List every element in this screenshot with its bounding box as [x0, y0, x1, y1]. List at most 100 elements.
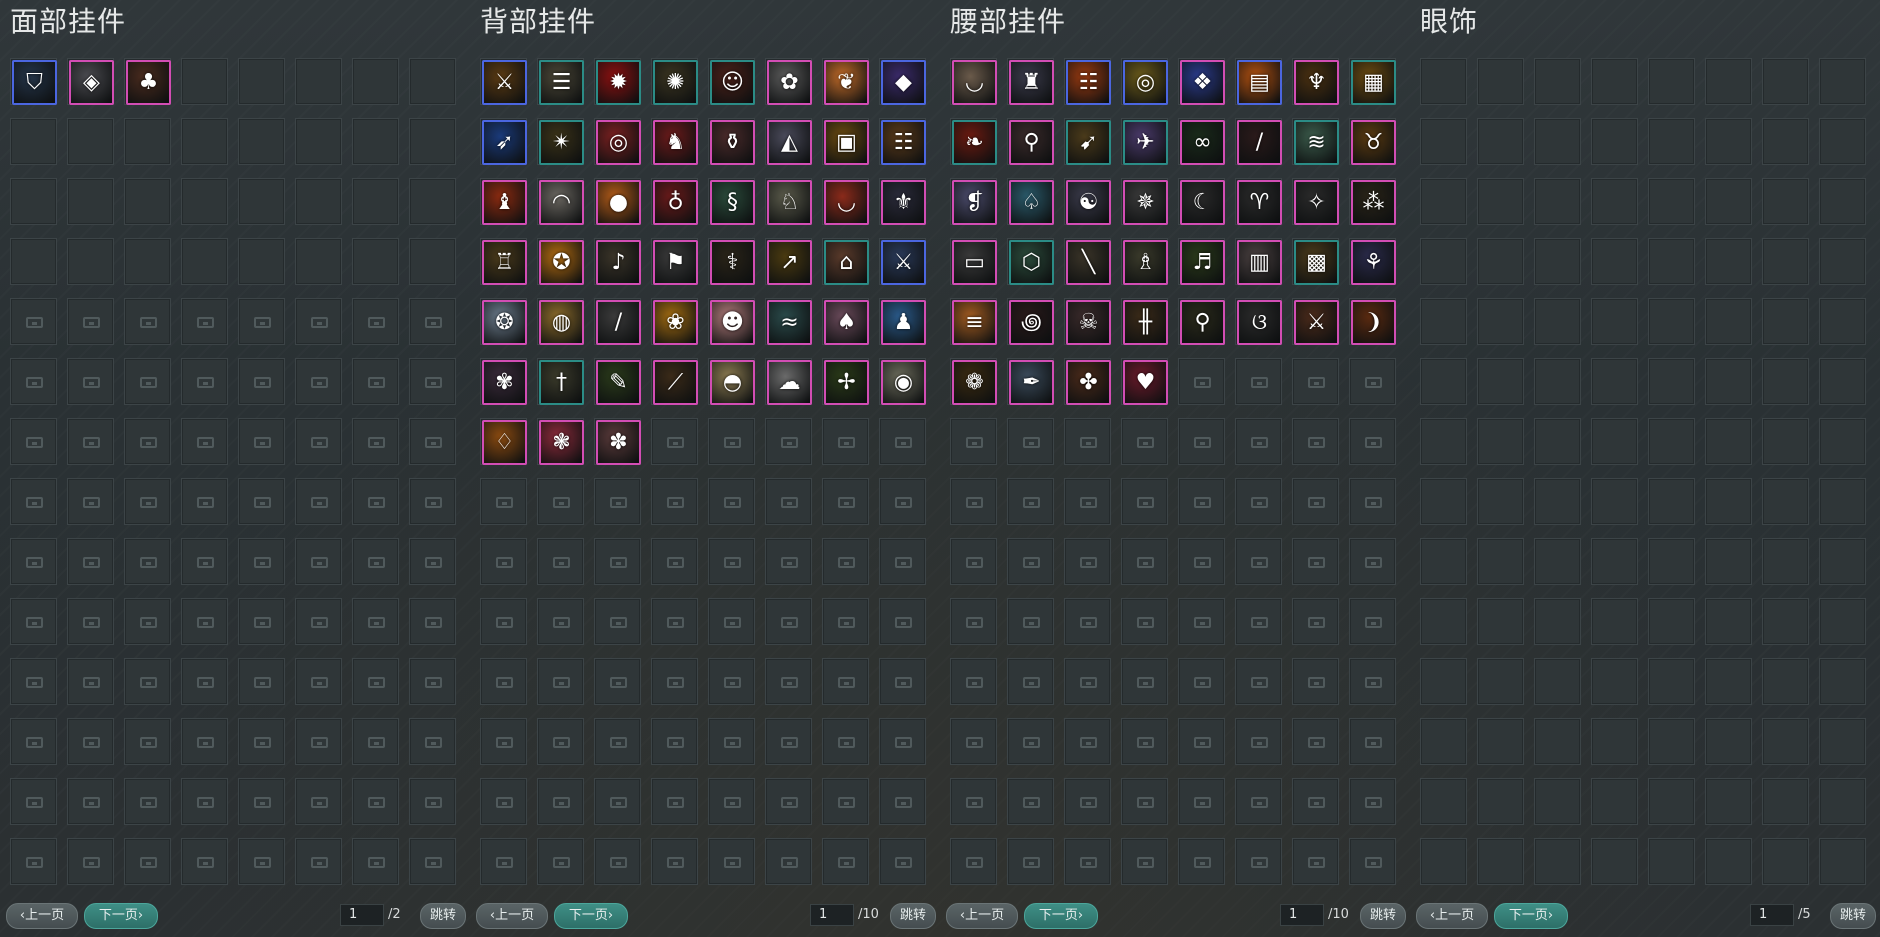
face-mushroom-icon[interactable]: ♣	[126, 60, 171, 105]
item-slot[interactable]: ◓	[708, 358, 755, 405]
item-slot[interactable]: ♣	[124, 58, 171, 105]
bronze-wheel-icon[interactable]: ✴	[539, 120, 584, 165]
empty-slot[interactable]	[1705, 238, 1752, 285]
item-slot[interactable]: ❩	[1349, 298, 1396, 345]
empty-slot[interactable]	[238, 118, 285, 165]
item-slot[interactable]: ◈	[67, 58, 114, 105]
empty-slot[interactable]	[352, 118, 399, 165]
empty-slot[interactable]	[1762, 718, 1809, 765]
item-slot[interactable]: ♗	[1121, 238, 1168, 285]
item-slot[interactable]: ⚔	[1292, 298, 1339, 345]
item-slot[interactable]: ◠	[537, 178, 584, 225]
green-wind-chime-icon[interactable]: ♬	[1180, 240, 1225, 285]
item-slot[interactable]: ❦	[822, 58, 869, 105]
empty-slot[interactable]	[1591, 298, 1638, 345]
empty-slot[interactable]	[1705, 178, 1752, 225]
empty-slot[interactable]	[1477, 538, 1524, 585]
firecracker-icon[interactable]: ☷	[1066, 60, 1111, 105]
bird-cage-icon[interactable]: ♖	[482, 240, 527, 285]
empty-slot[interactable]	[1477, 418, 1524, 465]
item-slot[interactable]: ∞	[1178, 118, 1225, 165]
item-slot[interactable]: ❡	[950, 178, 997, 225]
white-flower-icon[interactable]: ✿	[767, 60, 812, 105]
empty-slot[interactable]	[1819, 598, 1866, 645]
empty-slot[interactable]	[1648, 358, 1695, 405]
next-page-button[interactable]: 下一页›	[1494, 903, 1568, 929]
empty-slot[interactable]	[1762, 238, 1809, 285]
item-slot[interactable]: ⌂	[822, 238, 869, 285]
gray-drum-icon[interactable]: ▥	[1237, 240, 1282, 285]
empty-slot[interactable]	[1762, 658, 1809, 705]
golden-web-icon[interactable]: ✺	[653, 60, 698, 105]
item-slot[interactable]: †	[537, 358, 584, 405]
empty-slot[interactable]	[1705, 718, 1752, 765]
empty-slot[interactable]	[124, 238, 171, 285]
moon-pendant-icon[interactable]: ☾	[1180, 180, 1225, 225]
empty-slot[interactable]	[1705, 358, 1752, 405]
face-shield-icon[interactable]: ◈	[69, 60, 114, 105]
empty-slot[interactable]	[1648, 598, 1695, 645]
empty-slot[interactable]	[1648, 178, 1695, 225]
item-slot[interactable]: ✧	[1292, 178, 1339, 225]
green-dragon-icon[interactable]: §	[710, 180, 755, 225]
empty-slot[interactable]	[1819, 658, 1866, 705]
item-slot[interactable]: ⬡	[1007, 238, 1054, 285]
next-page-button[interactable]: 下一页›	[1024, 903, 1098, 929]
empty-slot[interactable]	[1420, 118, 1467, 165]
golden-goat-icon[interactable]: ♈	[1237, 180, 1282, 225]
silver-cloud-icon[interactable]: ☁	[767, 360, 812, 405]
red-flame-icon[interactable]: ✹	[596, 60, 641, 105]
empty-slot[interactable]	[1648, 838, 1695, 885]
empty-slot[interactable]	[1477, 118, 1524, 165]
empty-slot[interactable]	[1477, 178, 1524, 225]
empty-slot[interactable]	[1420, 538, 1467, 585]
silver-mask-icon[interactable]: ☯	[1066, 180, 1111, 225]
empty-slot[interactable]	[1705, 118, 1752, 165]
golden-tassel-icon[interactable]: ⁂	[1351, 180, 1396, 225]
item-slot[interactable]: ♢	[480, 418, 527, 465]
empty-slot[interactable]	[1591, 538, 1638, 585]
empty-slot[interactable]	[1819, 118, 1866, 165]
item-slot[interactable]: ⟋	[651, 358, 698, 405]
item-slot[interactable]: ☠	[1064, 298, 1111, 345]
empty-slot[interactable]	[1648, 538, 1695, 585]
empty-slot[interactable]	[1534, 418, 1581, 465]
empty-slot[interactable]	[1534, 538, 1581, 585]
empty-slot[interactable]	[1648, 658, 1695, 705]
stone-lamp-icon[interactable]: ♗	[1123, 240, 1168, 285]
white-banner-icon[interactable]: ⚑	[653, 240, 698, 285]
item-slot[interactable]: ⚘	[1349, 238, 1396, 285]
white-feather-icon[interactable]: ✧	[1294, 180, 1339, 225]
red-dagger-icon[interactable]: /	[1237, 120, 1282, 165]
item-slot[interactable]: ⚔	[879, 238, 926, 285]
white-bird-icon[interactable]: ♘	[767, 180, 812, 225]
black-swirl-icon[interactable]: ꩜	[1009, 300, 1054, 345]
empty-slot[interactable]	[1762, 178, 1809, 225]
empty-slot[interactable]	[1648, 718, 1695, 765]
item-slot[interactable]: ✺	[651, 58, 698, 105]
empty-slot[interactable]	[1477, 358, 1524, 405]
empty-slot[interactable]	[1420, 298, 1467, 345]
empty-slot[interactable]	[1591, 418, 1638, 465]
empty-slot[interactable]	[1705, 58, 1752, 105]
item-slot[interactable]: ☻	[708, 298, 755, 345]
empty-slot[interactable]	[1591, 358, 1638, 405]
empty-slot[interactable]	[1534, 118, 1581, 165]
empty-slot[interactable]	[1477, 718, 1524, 765]
talisman-icon[interactable]: ✎	[596, 360, 641, 405]
hanging-charm-icon[interactable]: ⚲	[1180, 300, 1225, 345]
purple-crystal-icon[interactable]: ◆	[881, 60, 926, 105]
empty-slot[interactable]	[1648, 418, 1695, 465]
empty-slot[interactable]	[1477, 838, 1524, 885]
item-slot[interactable]: ♬	[1178, 238, 1225, 285]
empty-slot[interactable]	[1705, 658, 1752, 705]
pink-crane-icon[interactable]: ♠	[824, 300, 869, 345]
empty-slot[interactable]	[1705, 538, 1752, 585]
empty-slot[interactable]	[1762, 358, 1809, 405]
item-slot[interactable]: ❁	[950, 358, 997, 405]
doll-icon[interactable]: ☺	[710, 60, 755, 105]
empty-slot[interactable]	[1477, 598, 1524, 645]
ruby-orb-icon[interactable]: ❃	[539, 420, 584, 465]
blue-sword-icon[interactable]: ⚔	[881, 240, 926, 285]
empty-slot[interactable]	[1420, 358, 1467, 405]
